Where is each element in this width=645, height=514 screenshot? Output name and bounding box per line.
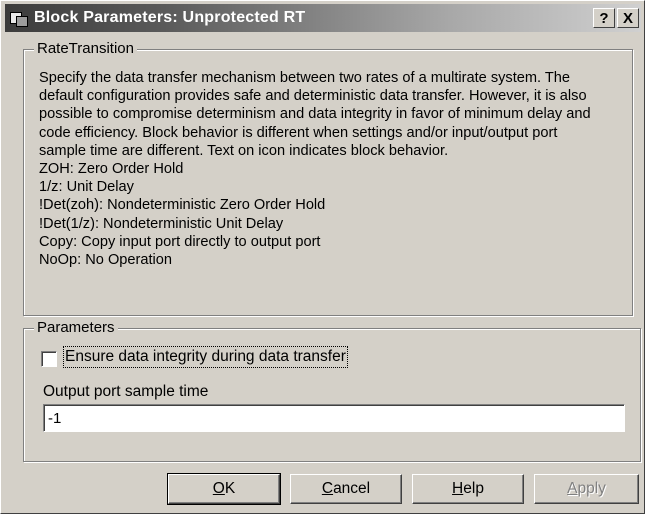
apply-button-label: Apply — [567, 480, 606, 497]
ok-button[interactable]: OK — [167, 473, 281, 505]
parameters-legend: Parameters — [34, 319, 118, 337]
window-title: Block Parameters: Unprotected RT — [34, 9, 306, 26]
cancel-button-label: Cancel — [321, 480, 371, 497]
help-button[interactable]: Help — [412, 474, 524, 504]
simulink-block-icon — [10, 10, 28, 27]
block-parameters-dialog: Block Parameters: Unprotected RT ? X Rat… — [0, 0, 645, 514]
help-button-label: Help — [452, 480, 484, 497]
apply-button: Apply — [534, 474, 639, 504]
ok-button-label: OK — [212, 480, 236, 497]
ratetransition-legend: RateTransition — [34, 40, 137, 58]
sample-time-input[interactable] — [43, 404, 625, 432]
sample-time-label: Output port sample time — [43, 383, 209, 400]
ratetransition-group: RateTransition Specify the data transfer… — [23, 40, 633, 316]
title-bar[interactable]: Block Parameters: Unprotected RT ? X — [5, 4, 641, 32]
close-button[interactable]: X — [617, 8, 639, 28]
ensure-data-integrity-label[interactable]: Ensure data integrity during data transf… — [63, 346, 348, 368]
help-title-button[interactable]: ? — [593, 8, 615, 28]
ensure-data-integrity-checkbox[interactable] — [41, 351, 57, 367]
block-description: Specify the data transfer mechanism betw… — [39, 70, 591, 269]
cancel-button[interactable]: Cancel — [290, 474, 402, 504]
